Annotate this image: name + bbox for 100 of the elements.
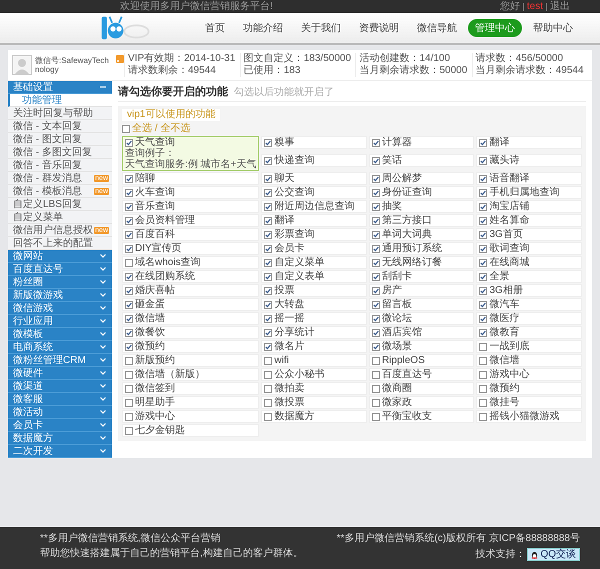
checkbox[interactable]: [479, 314, 488, 322]
checkbox[interactable]: [372, 342, 380, 350]
sidebar-group[interactable]: 粉丝圈: [8, 276, 112, 289]
checkbox[interactable]: [264, 216, 272, 224]
checkbox[interactable]: [372, 328, 380, 336]
checkbox[interactable]: [125, 356, 133, 364]
checkbox[interactable]: [479, 188, 488, 196]
checkbox[interactable]: [372, 370, 380, 378]
nav-link[interactable]: 功能介绍: [236, 19, 290, 37]
sidebar-group[interactable]: 微渠道: [8, 380, 112, 393]
checkbox[interactable]: [479, 398, 488, 406]
sidebar-group[interactable]: 微活动: [8, 406, 112, 419]
checkbox[interactable]: [264, 174, 272, 182]
checkbox[interactable]: [125, 244, 133, 252]
checkbox[interactable]: [479, 370, 488, 378]
checkbox[interactable]: [264, 412, 272, 420]
sidebar-group[interactable]: 数据魔方: [8, 432, 112, 445]
checkbox[interactable]: [479, 156, 488, 164]
checkbox[interactable]: [372, 356, 380, 364]
checkbox[interactable]: [479, 258, 488, 266]
checkbox[interactable]: [372, 138, 380, 146]
nav-link[interactable]: 微信导航: [410, 19, 464, 37]
checkbox[interactable]: [125, 412, 133, 420]
checkbox[interactable]: [125, 300, 133, 308]
top-link[interactable]: 退出: [550, 0, 570, 12]
checkbox[interactable]: [372, 314, 380, 322]
checkbox[interactable]: [479, 230, 488, 238]
checkbox[interactable]: [125, 384, 133, 392]
checkbox[interactable]: [479, 138, 488, 146]
sidebar-group[interactable]: 微粉丝管理CRM: [8, 354, 112, 367]
sidebar-item[interactable]: 微信 - 图文回复: [8, 133, 112, 146]
checkbox[interactable]: [372, 272, 380, 280]
checkbox[interactable]: [264, 188, 272, 196]
checkbox[interactable]: [125, 174, 133, 182]
select-all-link[interactable]: 全选 / 全不选: [132, 123, 190, 134]
checkbox[interactable]: [264, 314, 272, 322]
checkbox[interactable]: [125, 342, 133, 350]
checkbox[interactable]: [264, 398, 272, 406]
checkbox[interactable]: [264, 138, 272, 146]
sidebar-item[interactable]: 微信 - 音乐回复: [8, 159, 112, 172]
checkbox[interactable]: [264, 230, 272, 238]
sidebar-group[interactable]: 微信游戏: [8, 302, 112, 315]
checkbox[interactable]: [479, 384, 488, 392]
checkbox[interactable]: [479, 342, 488, 350]
checkbox[interactable]: [479, 244, 488, 252]
sidebar-group[interactable]: 二次开发: [8, 445, 112, 458]
checkbox[interactable]: [372, 188, 380, 196]
checkbox[interactable]: [479, 328, 488, 336]
checkbox[interactable]: [264, 244, 272, 252]
checkbox[interactable]: [125, 426, 133, 434]
sidebar-item[interactable]: 自定义菜单: [8, 211, 112, 224]
checkbox[interactable]: [125, 370, 133, 378]
checkbox[interactable]: [264, 300, 272, 308]
sidebar-group[interactable]: 会员卡: [8, 419, 112, 432]
checkbox[interactable]: [125, 216, 133, 224]
checkbox[interactable]: [264, 272, 272, 280]
checkbox[interactable]: [125, 328, 133, 336]
sidebar-item[interactable]: 微信 - 多图文回复: [8, 146, 112, 159]
checkbox[interactable]: [125, 258, 133, 266]
sidebar-group[interactable]: 基础设置: [8, 81, 112, 94]
checkbox[interactable]: [372, 244, 380, 252]
sidebar-item[interactable]: 自定义LBS回复: [8, 198, 112, 211]
checkbox[interactable]: [125, 398, 133, 406]
checkbox[interactable]: [125, 314, 133, 322]
nav-link[interactable]: 资费说明: [352, 19, 406, 37]
checkbox[interactable]: [125, 230, 133, 238]
checkbox[interactable]: [372, 156, 380, 164]
nav-link[interactable]: 首页: [198, 19, 232, 37]
checkbox[interactable]: [264, 156, 272, 164]
top-link[interactable]: 您好: [500, 0, 520, 12]
sidebar-group[interactable]: 微客服: [8, 393, 112, 406]
group-tab[interactable]: vip1可以使用的功能: [122, 109, 220, 121]
checkbox[interactable]: [264, 328, 272, 336]
qq-chat-button[interactable]: QQ交谈: [527, 548, 580, 561]
checkbox[interactable]: [372, 174, 380, 182]
checkbox[interactable]: [264, 356, 272, 364]
sidebar-item[interactable]: 功能管理: [8, 94, 112, 107]
checkbox[interactable]: [372, 286, 380, 294]
checkbox[interactable]: [122, 124, 130, 132]
checkbox[interactable]: [372, 258, 380, 266]
nav-link[interactable]: 帮助中心: [526, 19, 580, 37]
checkbox[interactable]: [264, 342, 272, 350]
checkbox[interactable]: [125, 188, 133, 196]
checkbox[interactable]: [372, 412, 380, 420]
checkbox[interactable]: [125, 286, 133, 294]
checkbox[interactable]: [372, 384, 380, 392]
nav-link[interactable]: 关于我们: [294, 19, 348, 37]
checkbox[interactable]: [479, 202, 488, 210]
checkbox[interactable]: [264, 384, 272, 392]
checkbox[interactable]: [264, 258, 272, 266]
checkbox[interactable]: [264, 286, 272, 294]
checkbox[interactable]: [479, 286, 488, 294]
sidebar-group[interactable]: 微模板: [8, 328, 112, 341]
checkbox[interactable]: [479, 300, 488, 308]
checkbox[interactable]: [264, 370, 272, 378]
checkbox[interactable]: [479, 272, 488, 280]
checkbox[interactable]: [125, 202, 133, 210]
checkbox[interactable]: [372, 230, 380, 238]
checkbox[interactable]: [372, 216, 380, 224]
sidebar-group[interactable]: 微硬件: [8, 367, 112, 380]
